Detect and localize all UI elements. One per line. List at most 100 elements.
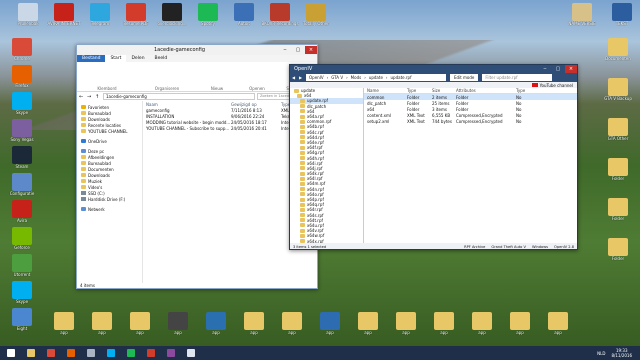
explorer-titlebar[interactable]: 1acedie-gameconfig ‒ ▢ × <box>77 45 317 55</box>
desktop-icon-left-8[interactable]: Utorrent <box>0 254 44 277</box>
taskbar-steam-button[interactable] <box>82 347 100 359</box>
taskbar-language[interactable]: NLD <box>597 351 605 356</box>
desktop-icon-right-0[interactable]: Documenten <box>596 38 640 61</box>
desktop-icon-bottom-13[interactable]: app <box>536 312 580 335</box>
desktop-icon-left-5[interactable]: Configuratie <box>0 173 44 196</box>
tab-start[interactable]: Start <box>105 55 127 62</box>
openiv-col-type[interactable]: Type <box>407 88 432 93</box>
desktop-icon-right-3[interactable]: Folder <box>596 158 640 181</box>
desktop-icon-top-8[interactable]: Totally Other <box>294 3 338 26</box>
desktop-icon-label: NAME VERSIE <box>568 21 596 26</box>
explorer-address-row: ← → ↑ 1acedie-gameconfig Zoeken in 1aced… <box>77 92 317 101</box>
file-date: 24/05/2016 18:17 <box>231 119 267 125</box>
openiv-back-icon[interactable]: ◀ <box>292 75 299 80</box>
openiv-file-name: setup2.xml <box>367 118 390 124</box>
firefox-icon <box>67 349 75 357</box>
desktop-icon-left-7[interactable]: Geforce <box>0 227 44 250</box>
taskbar-notepad-button[interactable] <box>182 347 200 359</box>
column-gewijzigd[interactable]: Gewijzigd op <box>231 102 281 107</box>
nav-item[interactable]: Harddisk Drive (F:) <box>77 196 142 202</box>
openiv-col-size[interactable]: Size <box>432 88 456 93</box>
openiv-col-attributes[interactable]: Attributes <box>456 88 516 93</box>
openiv-close-button[interactable]: × <box>565 65 577 73</box>
app-icon <box>18 3 38 21</box>
cloud-icon <box>81 139 86 143</box>
openiv-search-input[interactable]: Filter update.rpf <box>482 74 553 81</box>
tab-beeld[interactable]: Beeld <box>150 55 173 62</box>
desktop-icon-left-0[interactable]: Chrome <box>0 38 44 61</box>
openiv-file-list: common Folder 2 items Folder No dlc_patch Fold… <box>364 94 577 124</box>
nav-item[interactable]: OneDrive <box>77 138 142 144</box>
minimize-button[interactable]: ‒ <box>279 46 291 54</box>
nav-item[interactable]: Netwerk <box>77 206 142 212</box>
desktop-icon-topright-1[interactable]: TEKST <box>600 3 640 26</box>
fold-icon <box>81 155 86 159</box>
desktop-icon-left-3[interactable]: Sony Vegas <box>0 119 44 142</box>
breadcrumb-item[interactable]: Mods <box>351 75 362 80</box>
breadcrumb-item[interactable]: update <box>369 75 383 80</box>
desktop-icon-right-1[interactable]: GTA V Backup <box>596 78 640 101</box>
taskbar-chrome-button[interactable] <box>42 347 60 359</box>
openiv-file-size: 2 items <box>432 94 447 100</box>
tab-bestand[interactable]: Bestand <box>77 55 106 62</box>
desktop-icon-right-4[interactable]: Folder <box>596 198 640 221</box>
close-button[interactable]: × <box>305 46 317 54</box>
taskbar-clock[interactable]: 19:33 8/11/2016 <box>611 348 632 358</box>
taskbar-firefox-button[interactable] <box>62 347 80 359</box>
folder-icon <box>300 228 305 233</box>
desktop-icon-label: Eight <box>16 326 28 331</box>
desktop-icon-left-9[interactable]: Skype <box>0 281 44 304</box>
desktop-icon-right-5[interactable]: Folder <box>596 238 640 261</box>
back-icon[interactable]: ← <box>79 94 87 100</box>
folder-icon <box>300 171 305 176</box>
status-version: OpenIV 2.8 <box>554 244 574 249</box>
app-icon <box>54 3 74 21</box>
taskbar-winrar-button[interactable] <box>162 347 180 359</box>
desktop-icon-left-1[interactable]: Firefox <box>0 65 44 88</box>
openiv-minimize-button[interactable]: ‒ <box>539 65 551 73</box>
desktop-icon-left-6[interactable]: Avira <box>0 200 44 223</box>
tree-item[interactable]: x64x.rpf <box>290 238 363 243</box>
openiv-forward-icon[interactable]: ▶ <box>299 75 306 80</box>
openiv-file-row[interactable]: setup2.xml XML Text 744 bytes Compressed,En… <box>364 118 577 124</box>
forward-icon[interactable]: → <box>87 94 95 100</box>
taskbar-explorer-button[interactable] <box>22 347 40 359</box>
desktop-icon-left-2[interactable]: Skype <box>0 92 44 115</box>
column-naam[interactable]: Naam <box>146 102 231 107</box>
desktop-icon-label: Firefox <box>15 83 29 88</box>
openiv-col-name[interactable]: Name <box>367 88 407 93</box>
breadcrumb-item[interactable]: OpenIV <box>309 75 324 80</box>
taskbar-openiv-button[interactable] <box>142 347 160 359</box>
chevron-right-icon: › <box>346 75 348 80</box>
taskbar-start-button[interactable] <box>2 347 20 359</box>
openiv-titlebar[interactable]: OpenIV ‒ ▢ × <box>290 65 577 73</box>
desktop-icon-right-2[interactable]: GTA Other <box>596 118 640 141</box>
app-icon <box>612 3 632 21</box>
breadcrumb-item[interactable]: update.rpf <box>391 75 412 80</box>
edit-mode-label: Edit mode <box>454 75 475 80</box>
nav-item[interactable]: YOUTUBE CHANNEL <box>77 128 142 134</box>
fold-icon <box>81 173 86 177</box>
breadcrumb-item[interactable]: GTA V <box>331 75 343 80</box>
folder-icon <box>300 114 305 119</box>
app-icon <box>12 200 32 218</box>
taskbar-spotify-button[interactable] <box>122 347 140 359</box>
desktop-icon-left-4[interactable]: Steam <box>0 146 44 169</box>
youtube-channel-link[interactable]: YouTube channel <box>540 83 573 88</box>
desktop-icon-left-10[interactable]: Eight <box>0 308 44 331</box>
youtube-icon[interactable] <box>531 83 538 87</box>
file-name: YOUTUBE CHANNEL - Subscribe to supp... <box>146 125 230 131</box>
up-icon[interactable]: ↑ <box>95 94 103 100</box>
openiv-maximize-button[interactable]: ▢ <box>552 65 564 73</box>
address-bar[interactable]: 1acedie-gameconfig <box>103 93 255 100</box>
openiv-col-type2[interactable]: Type <box>516 88 536 93</box>
desktop-icon-topright-0[interactable]: NAME VERSIE <box>560 3 604 26</box>
maximize-button[interactable]: ▢ <box>292 46 304 54</box>
taskbar-skype-button[interactable] <box>102 347 120 359</box>
openiv-file-size: 25 items <box>432 100 450 106</box>
edit-mode-button[interactable]: Edit mode <box>450 74 479 81</box>
nav-item-label: Afbeeldingen <box>88 154 115 160</box>
tab-delen[interactable]: Delen <box>126 55 149 62</box>
desktop-icon-label: GTA V Backup <box>604 96 632 101</box>
app-icon <box>12 308 32 326</box>
